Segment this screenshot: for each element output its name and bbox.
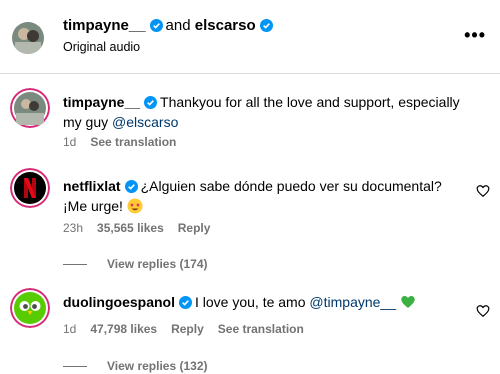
commenter-avatar[interactable] xyxy=(10,288,50,328)
verified-icon xyxy=(179,296,192,309)
header-title: timpayne__ and elscarso xyxy=(63,16,276,36)
heart-icon[interactable] xyxy=(476,304,490,318)
comment-username[interactable]: netflixlat xyxy=(63,178,121,194)
comment-body: I love you, te amo xyxy=(195,294,306,310)
verified-icon xyxy=(149,19,163,32)
comment-time[interactable]: 1d xyxy=(63,135,76,149)
reply-button[interactable]: Reply xyxy=(178,221,211,235)
comment-text: timpayne__ Thankyou for all the love and … xyxy=(63,92,463,132)
commenter-avatar[interactable] xyxy=(10,88,50,128)
post-header: timpayne__ and elscarso Original audio ••… xyxy=(0,0,500,74)
mention-link[interactable]: @timpayne__ xyxy=(309,294,396,310)
view-replies-button[interactable]: View replies (132) xyxy=(63,358,208,374)
like-count[interactable]: 35,565 likes xyxy=(97,221,164,235)
like-count[interactable]: 47,798 likes xyxy=(90,322,157,336)
comment-username[interactable]: duolingoespanol xyxy=(63,294,175,310)
more-horizontal-icon[interactable]: ••• xyxy=(464,26,486,44)
verified-icon xyxy=(144,96,158,109)
comment-meta: 1d 47,798 likes Reply See translation xyxy=(63,321,318,337)
see-translation-button[interactable]: See translation xyxy=(218,322,304,336)
view-replies-button[interactable]: View replies (174) xyxy=(63,256,208,272)
verified-icon xyxy=(124,180,138,193)
comment-meta: 23h 35,565 likes Reply xyxy=(63,220,224,236)
reply-button[interactable]: Reply xyxy=(171,322,204,336)
audio-label[interactable]: Original audio xyxy=(63,39,140,55)
see-translation-button[interactable]: See translation xyxy=(90,135,176,149)
header-user2[interactable]: elscarso xyxy=(195,17,256,34)
header-user1[interactable]: timpayne__ xyxy=(63,17,146,34)
comment-text: netflixlat ¿Alguien sabe dónde puedo ver … xyxy=(63,176,463,216)
star-struck-emoji-icon xyxy=(127,198,143,214)
verified-icon xyxy=(259,19,273,32)
comment-time[interactable]: 1d xyxy=(63,322,76,336)
heart-icon[interactable] xyxy=(476,184,490,198)
replies-divider xyxy=(63,366,87,368)
replies-divider xyxy=(63,264,87,266)
comment-text: duolingoespanol I love you, te amo @timpa… xyxy=(63,292,463,312)
commenter-avatar[interactable] xyxy=(10,168,50,208)
green-heart-emoji-icon xyxy=(401,296,415,308)
comment-time[interactable]: 23h xyxy=(63,221,83,235)
comment-username[interactable]: timpayne__ xyxy=(63,94,140,110)
view-replies-label[interactable]: View replies (132) xyxy=(107,359,208,373)
comment-meta: 1d See translation xyxy=(63,134,190,150)
header-avatar[interactable] xyxy=(12,22,44,54)
header-joiner: and xyxy=(165,17,191,34)
mention-link[interactable]: @elscarso xyxy=(112,114,178,130)
view-replies-label[interactable]: View replies (174) xyxy=(107,257,208,271)
